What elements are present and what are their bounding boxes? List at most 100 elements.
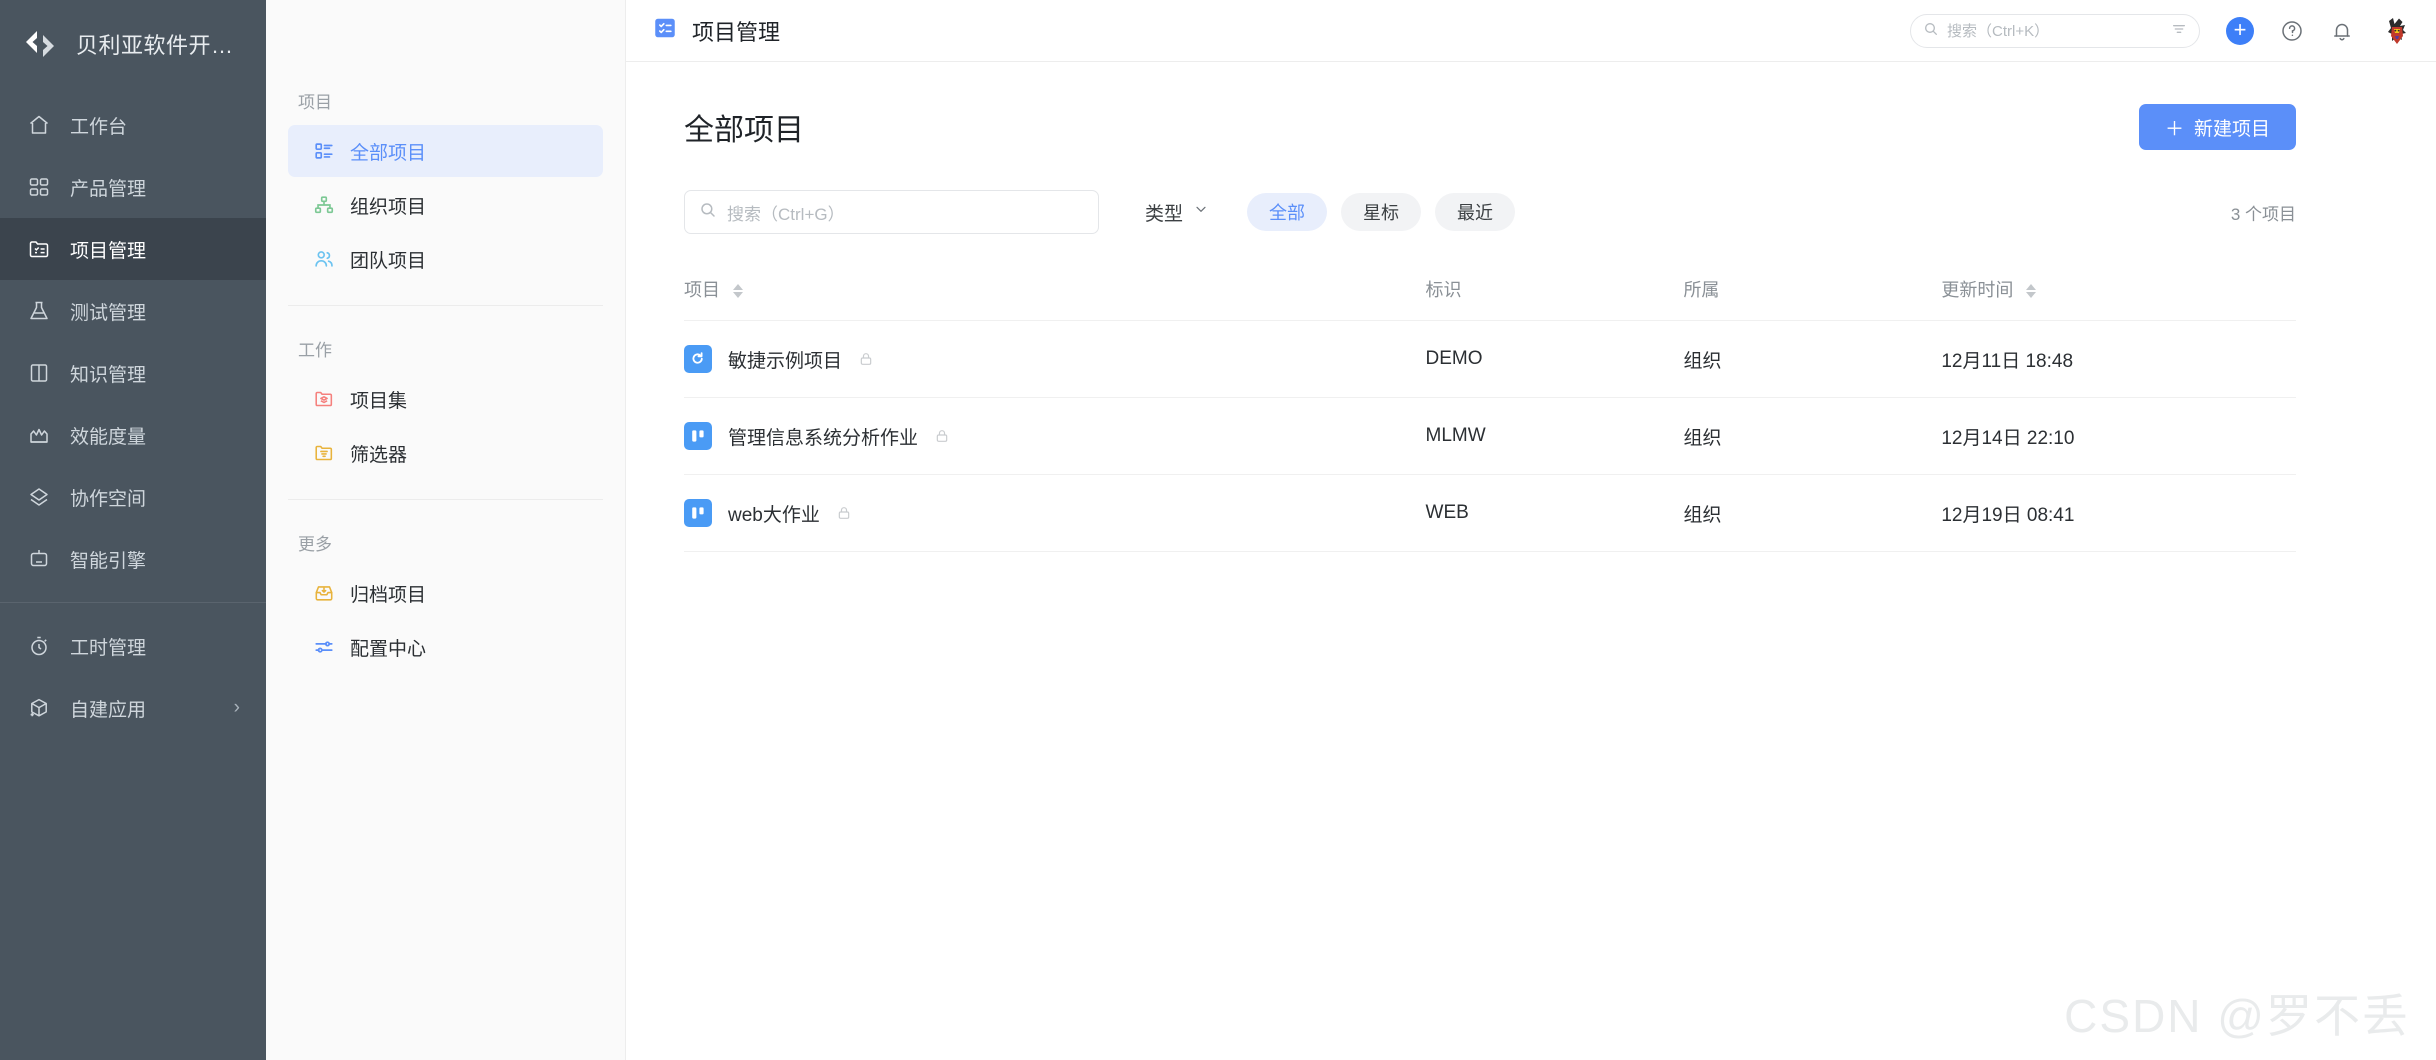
home-icon [26, 112, 52, 138]
cell-key: WEB [1425, 502, 1469, 523]
filter-lines-icon[interactable] [2171, 21, 2187, 41]
page-module-label: 项目管理 [692, 19, 781, 45]
project-search-input[interactable]: 搜索（Ctrl+G） [684, 190, 1099, 234]
sidebar-item-program[interactable]: 项目集 [288, 373, 603, 425]
content-area: 全部项目 ＋ 新建项目 搜索（Ctrl+G） 类型 全部 星标 最近 3 个项目… [626, 62, 2436, 1060]
sidebar-item-label: 团队项目 [350, 250, 427, 272]
sidebar-divider [0, 602, 266, 603]
sidebar-item-product[interactable]: 产品管理 [0, 156, 266, 218]
cell-updated: 12月14日 22:10 [1941, 427, 2075, 449]
new-project-button[interactable]: ＋ 新建项目 [2138, 104, 2296, 150]
subnav-divider [288, 499, 603, 500]
project-agile-icon [684, 345, 712, 373]
cell-owner: 组织 [1683, 504, 1722, 526]
quick-filter-chips: 全部 星标 最近 [1247, 193, 1516, 231]
table-row[interactable]: 敏捷示例项目 DEMO 组织 12月11日 18:48 [684, 320, 2296, 398]
chart-icon [26, 422, 52, 448]
column-label: 标识 [1425, 280, 1462, 300]
project-icon [26, 236, 52, 262]
sliders-icon [312, 635, 336, 659]
sidebar-item-config-center[interactable]: 配置中心 [288, 621, 603, 673]
sidebar-item-label: 自建应用 [70, 699, 147, 721]
chip-all[interactable]: 全部 [1247, 193, 1328, 231]
subnav-group-title: 工作 [298, 341, 332, 360]
table-header: 项目 标识 所属 更新时间 [684, 276, 2296, 321]
org-tree-icon [312, 193, 336, 217]
sidebar-item-knowledge[interactable]: 知识管理 [0, 342, 266, 404]
cube-plus-icon [26, 695, 52, 721]
chevron-down-icon [1193, 201, 1209, 223]
brand[interactable]: 贝利亚软件开… [0, 0, 266, 88]
folder-stack-icon [312, 387, 336, 411]
sidebar-item-test[interactable]: 测试管理 [0, 280, 266, 342]
filter-toolbar: 搜索（Ctrl+G） 类型 全部 星标 最近 3 个项目 [684, 190, 2296, 234]
sidebar-item-workbench[interactable]: 工作台 [0, 94, 266, 156]
table-row[interactable]: 管理信息系统分析作业 MLMW 组织 12月14日 22:10 [684, 397, 2296, 475]
lock-icon [934, 428, 950, 444]
table-body: 敏捷示例项目 DEMO 组织 12月11日 18:48 管理信息系统分析作业 M… [684, 320, 2296, 552]
sidebar-item-all-projects[interactable]: 全部项目 [288, 125, 603, 177]
sidebar-item-org-projects[interactable]: 组织项目 [288, 179, 603, 231]
sidebar-item-custom-apps[interactable]: 自建应用 › [0, 677, 266, 739]
table-row[interactable]: web大作业 WEB 组织 12月19日 08:41 [684, 474, 2296, 552]
project-kanban-icon [684, 422, 712, 450]
sidebar-item-label: 筛选器 [350, 444, 408, 466]
sidebar-item-collaboration[interactable]: 协作空间 [0, 466, 266, 528]
grid-icon [26, 174, 52, 200]
chip-recent[interactable]: 最近 [1435, 193, 1516, 231]
column-header-project[interactable]: 项目 [684, 276, 1426, 321]
robot-icon [26, 546, 52, 572]
page-title: 全部项目 [684, 114, 804, 147]
type-filter-label: 类型 [1145, 203, 1184, 225]
sort-toggle-icon[interactable] [2026, 284, 2037, 299]
type-filter-dropdown[interactable]: 类型 [1145, 199, 1209, 226]
sidebar-item-metrics[interactable]: 效能度量 [0, 404, 266, 466]
module-title: 项目管理 [652, 15, 780, 47]
search-icon [1923, 21, 1939, 41]
cell-project: web大作业 [684, 475, 1426, 552]
cell-updated: 12月19日 08:41 [1941, 504, 2075, 526]
sidebar-item-label: 全部项目 [350, 142, 427, 164]
stopwatch-icon [26, 633, 52, 659]
cell-owner: 组织 [1683, 350, 1722, 372]
angle-brackets-logo [22, 25, 60, 63]
sort-toggle-icon[interactable] [733, 284, 744, 299]
secondary-sidebar: 项目 全部项目 组织项目 团队项目 工作 项目集 筛选器 更多 归档项目 配置中… [266, 0, 626, 1060]
sidebar-item-timesheet[interactable]: 工时管理 [0, 615, 266, 677]
project-count: 3 个项目 [2230, 204, 2296, 224]
sidebar-item-label: 知识管理 [70, 364, 147, 386]
project-name[interactable]: web大作业 [728, 500, 820, 527]
sidebar-item-archived-projects[interactable]: 归档项目 [288, 567, 603, 619]
brand-name: 贝利亚软件开… [76, 33, 234, 58]
project-search-placeholder: 搜索（Ctrl+G） [727, 204, 845, 224]
chip-starred[interactable]: 星标 [1341, 193, 1422, 231]
bell-icon[interactable] [2330, 19, 2354, 43]
sidebar-item-project[interactable]: 项目管理 [0, 218, 266, 280]
sidebar-item-label: 项目集 [350, 390, 408, 412]
avatar[interactable] [2380, 13, 2414, 48]
sidebar-item-label: 配置中心 [350, 638, 427, 660]
project-name[interactable]: 管理信息系统分析作业 [728, 423, 918, 450]
lock-icon [858, 351, 874, 367]
folder-filter-icon [312, 441, 336, 465]
column-label: 所属 [1683, 280, 1720, 300]
sidebar-item-label: 归档项目 [350, 584, 427, 606]
sidebar-item-ai-engine[interactable]: 智能引擎 [0, 528, 266, 590]
question-circle-icon[interactable] [2280, 19, 2304, 43]
subnav-group-title: 项目 [298, 93, 332, 112]
primary-sidebar: 贝利亚软件开… 工作台 产品管理 项目管理 测试管理 知识管理 效能度量 协作空… [0, 0, 266, 1060]
search-input[interactable]: 搜索（Ctrl+K） [1910, 13, 2200, 48]
column-header-owner: 所属 [1683, 276, 1941, 321]
cell-updated: 12月11日 18:48 [1941, 350, 2074, 372]
primary-nav-list: 工作台 产品管理 项目管理 测试管理 知识管理 效能度量 协作空间 智能引擎 工… [0, 88, 266, 739]
sidebar-item-team-projects[interactable]: 团队项目 [288, 233, 603, 285]
project-name[interactable]: 敏捷示例项目 [728, 346, 842, 373]
plus-circle-icon[interactable]: + [2226, 16, 2254, 45]
column-header-updated[interactable]: 更新时间 [1941, 276, 2296, 321]
project-module-icon [652, 15, 678, 47]
sidebar-item-label: 协作空间 [70, 488, 147, 510]
sidebar-item-filters[interactable]: 筛选器 [288, 427, 603, 479]
project-kanban-icon [684, 499, 712, 527]
flask-icon [26, 298, 52, 324]
cell-key: DEMO [1425, 348, 1483, 369]
